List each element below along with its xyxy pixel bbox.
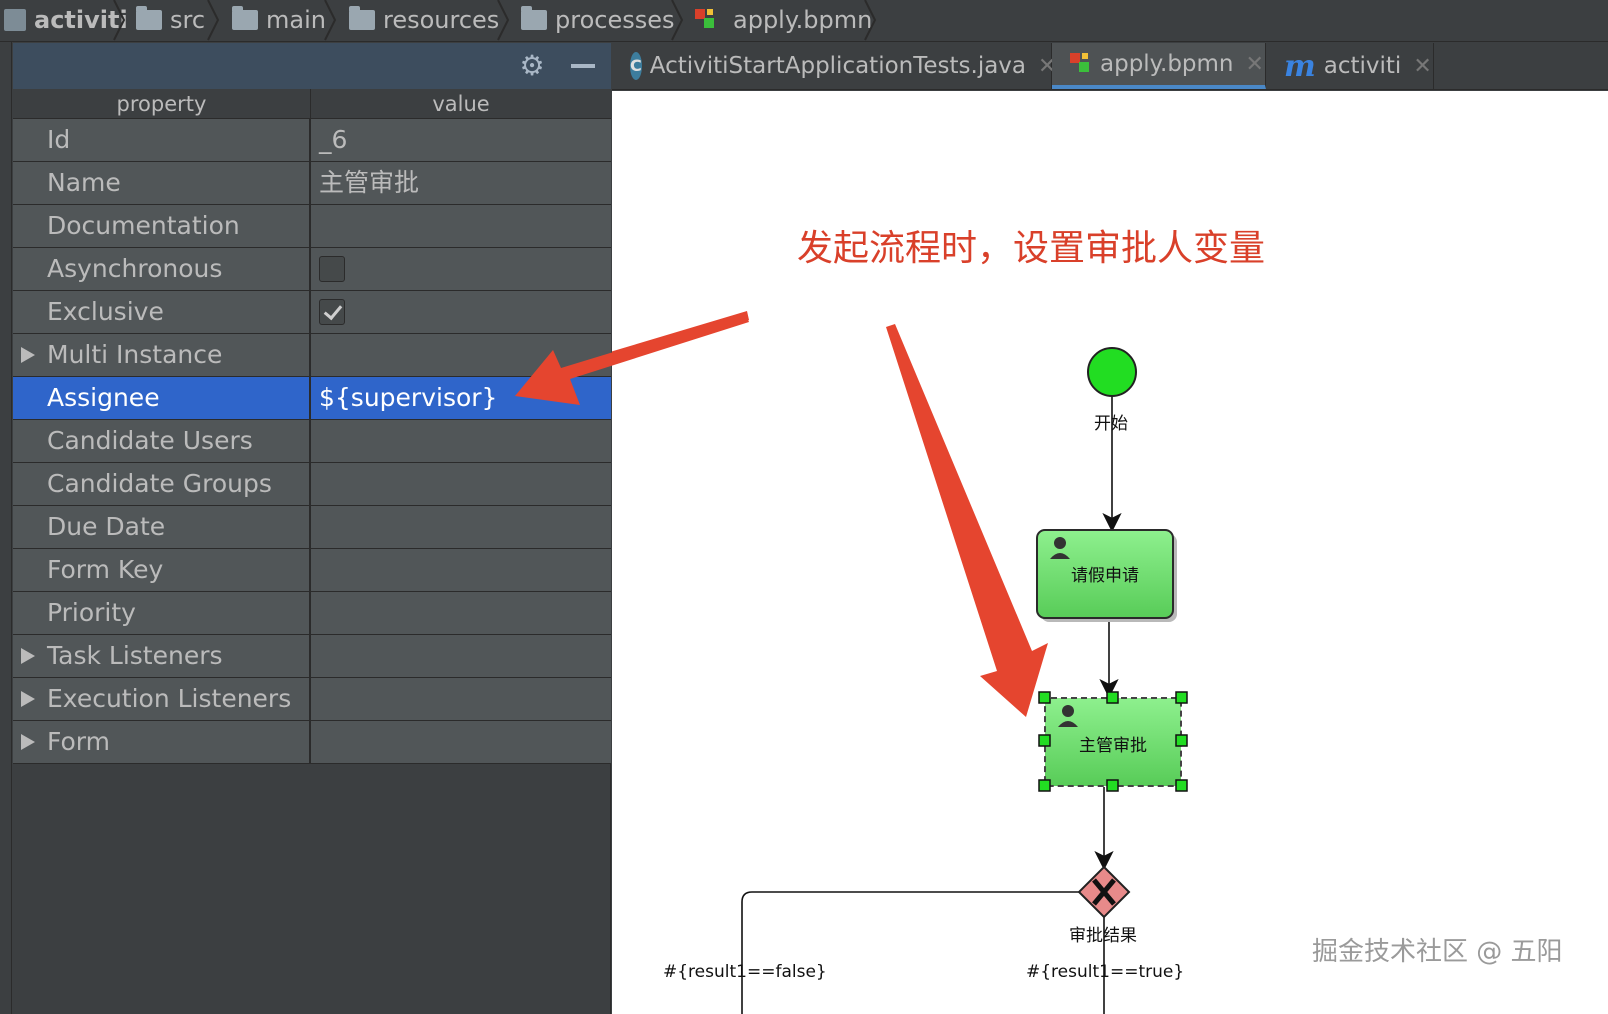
property-row-priority[interactable]: Priority — [13, 592, 611, 635]
flow-true-condition[interactable]: #{result1==true} — [1026, 962, 1184, 982]
property-row-candidate-users[interactable]: Candidate Users — [13, 420, 611, 463]
property-name: Form Key — [47, 555, 164, 584]
property-name: Id — [47, 125, 71, 154]
property-column-header[interactable]: property — [13, 89, 311, 119]
exclusive-checkbox[interactable] — [319, 299, 345, 325]
panel-toolbar: ⚙ — [13, 43, 611, 89]
properties-table: Id _6 Name 主管审批 Documentation Asynchrono… — [13, 119, 611, 764]
tab-label: activiti — [1323, 53, 1402, 79]
properties-panel: ⚙ property value Id _6 Name 主管审批 Documen… — [13, 43, 611, 1014]
bpmn-file-icon — [1070, 53, 1092, 75]
property-row-documentation[interactable]: Documentation — [13, 205, 611, 248]
property-row-assignee[interactable]: Assignee ${supervisor} — [13, 377, 611, 420]
property-row-task-listeners[interactable]: Task Listeners — [13, 635, 611, 678]
watermark-text: 掘金技术社区 @ 五阳 — [1312, 937, 1563, 967]
close-icon[interactable]: ✕ — [1246, 52, 1264, 77]
expand-triangle-icon[interactable] — [21, 691, 35, 707]
left-tool-strip — [0, 42, 12, 1014]
folder-icon — [521, 6, 547, 30]
annotation-text: 发起流程时，设置审批人变量 — [797, 228, 1266, 269]
folder-icon — [136, 6, 162, 30]
property-name: Multi Instance — [47, 340, 223, 369]
expand-triangle-icon[interactable] — [21, 347, 35, 363]
editor-tabs: C ActivitiStartApplicationTests.java ✕ a… — [612, 43, 1608, 90]
task-approve-label[interactable]: 主管审批 — [1079, 731, 1147, 756]
tab-label: apply.bpmn — [1100, 51, 1234, 77]
value-column-header[interactable]: value — [311, 89, 611, 119]
java-class-icon: C — [630, 52, 642, 80]
breadcrumb-item-main[interactable]: main — [232, 0, 326, 40]
expand-triangle-icon[interactable] — [21, 734, 35, 750]
property-name: Assignee — [47, 383, 160, 412]
property-name: Due Date — [47, 512, 166, 541]
navigation-breadcrumb: activiti src main resources processes ap… — [0, 0, 1608, 42]
property-row-asynchronous[interactable]: Asynchronous — [13, 248, 611, 291]
property-name: Asynchronous — [47, 254, 223, 283]
property-row-exclusive[interactable]: Exclusive — [13, 291, 611, 334]
property-name: Candidate Users — [47, 426, 253, 455]
property-value[interactable]: ${supervisor} — [319, 377, 497, 419]
breadcrumb-item-resources[interactable]: resources — [349, 0, 499, 40]
tab-apply-bpmn[interactable]: apply.bpmn ✕ — [1052, 43, 1266, 89]
breadcrumb-item-activiti[interactable]: activiti — [4, 0, 128, 40]
tab-activiti-start-application-tests[interactable]: C ActivitiStartApplicationTests.java ✕ — [612, 43, 1056, 89]
flow-gateway-false — [741, 891, 1082, 1014]
breadcrumb-item-processes[interactable]: processes — [521, 0, 675, 40]
property-row-execution-listeners[interactable]: Execution Listeners — [13, 678, 611, 721]
bpmn-file-icon — [695, 9, 717, 31]
property-row-form[interactable]: Form — [13, 721, 611, 764]
user-icon — [1054, 537, 1066, 549]
property-row-name[interactable]: Name 主管审批 — [13, 162, 611, 205]
folder-icon — [232, 6, 258, 30]
gateway-label[interactable]: 审批结果 — [1069, 921, 1137, 946]
property-value[interactable]: 主管审批 — [319, 162, 419, 204]
task-apply-label[interactable]: 请假申请 — [1071, 561, 1139, 586]
property-value[interactable]: _6 — [319, 119, 347, 161]
maven-icon: m — [1284, 48, 1316, 84]
asynchronous-checkbox[interactable] — [319, 256, 345, 282]
user-icon — [1062, 705, 1074, 717]
tab-activiti[interactable]: m activiti ✕ — [1266, 43, 1434, 89]
gear-icon[interactable]: ⚙ — [518, 52, 546, 80]
start-event — [1087, 347, 1137, 397]
property-name: Task Listeners — [47, 641, 223, 670]
arrow-to-assignee — [612, 311, 749, 361]
property-name: Exclusive — [47, 297, 164, 326]
hide-panel-button[interactable] — [571, 64, 595, 68]
property-row-id[interactable]: Id _6 — [13, 119, 611, 162]
property-name: Name — [47, 168, 121, 197]
project-icon — [4, 9, 26, 31]
start-event-label[interactable]: 开始 — [1094, 409, 1128, 434]
property-name: Priority — [47, 598, 136, 627]
annotation-arrows — [612, 311, 1048, 717]
property-name: Form — [47, 727, 110, 756]
tab-label: ActivitiStartApplicationTests.java — [649, 53, 1027, 79]
property-name: Candidate Groups — [47, 469, 272, 498]
close-icon[interactable]: ✕ — [1413, 54, 1431, 79]
property-row-candidate-groups[interactable]: Candidate Groups — [13, 463, 611, 506]
arrow-to-task — [886, 324, 1048, 717]
breadcrumb-item-apply-bpmn[interactable]: apply.bpmn — [695, 0, 872, 40]
properties-table-header: property value — [13, 89, 611, 119]
property-row-multi-instance[interactable]: Multi Instance — [13, 334, 611, 377]
flow-false-condition[interactable]: #{result1==false} — [663, 962, 827, 982]
property-name: Documentation — [47, 211, 240, 240]
exclusive-gateway — [1077, 865, 1131, 919]
property-name: Execution Listeners — [47, 684, 292, 713]
resources-folder-icon — [349, 6, 375, 30]
property-row-due-date[interactable]: Due Date — [13, 506, 611, 549]
breadcrumb-item-src[interactable]: src — [136, 0, 205, 40]
bpmn-canvas[interactable]: 发起流程时，设置审批人变量 开始 请假申请 主管审批 审批结果 #{result… — [612, 91, 1608, 1014]
expand-triangle-icon[interactable] — [21, 648, 35, 664]
property-row-form-key[interactable]: Form Key — [13, 549, 611, 592]
